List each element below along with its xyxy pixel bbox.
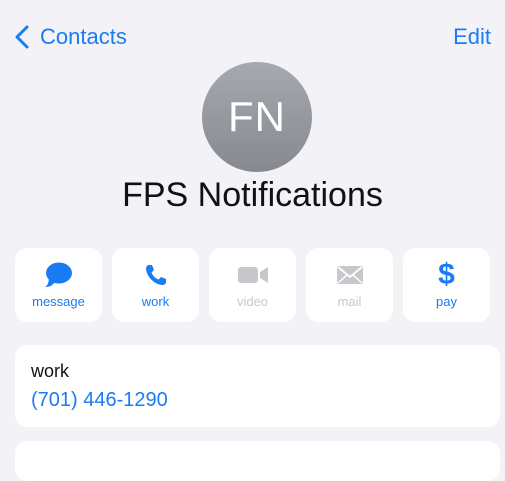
phone-card: work (701) 446-1290 xyxy=(15,345,500,427)
chevron-left-icon xyxy=(15,25,29,49)
back-label: Contacts xyxy=(40,24,127,49)
message-label: message xyxy=(32,294,85,309)
envelope-icon xyxy=(336,260,364,290)
phone-type-label: work xyxy=(31,361,70,381)
video-camera-icon xyxy=(237,260,269,290)
mail-button[interactable]: mail xyxy=(306,248,393,322)
phone-icon xyxy=(144,260,168,290)
dollar-icon: $ xyxy=(438,258,455,291)
work-label: work xyxy=(141,294,170,309)
video-label: video xyxy=(236,294,269,309)
message-bubble-icon xyxy=(44,260,74,290)
pay-button[interactable]: $ pay xyxy=(403,248,490,322)
avatar: FN xyxy=(202,62,312,172)
phone-number-link[interactable]: (701) 446-1290 xyxy=(31,389,168,412)
video-button[interactable]: video xyxy=(209,248,296,322)
navigation-bar: Contacts Edit xyxy=(0,0,505,70)
mail-label: mail xyxy=(337,294,362,309)
pay-label: pay xyxy=(436,294,457,309)
back-button[interactable]: Contacts xyxy=(14,24,127,50)
message-button[interactable]: message xyxy=(15,248,102,322)
next-card xyxy=(15,441,500,481)
call-work-button[interactable]: work xyxy=(112,248,199,322)
edit-button[interactable]: Edit xyxy=(453,24,491,50)
contact-name: FPS Notifications xyxy=(122,176,383,214)
action-buttons: message work video mail $ pay xyxy=(15,248,490,322)
